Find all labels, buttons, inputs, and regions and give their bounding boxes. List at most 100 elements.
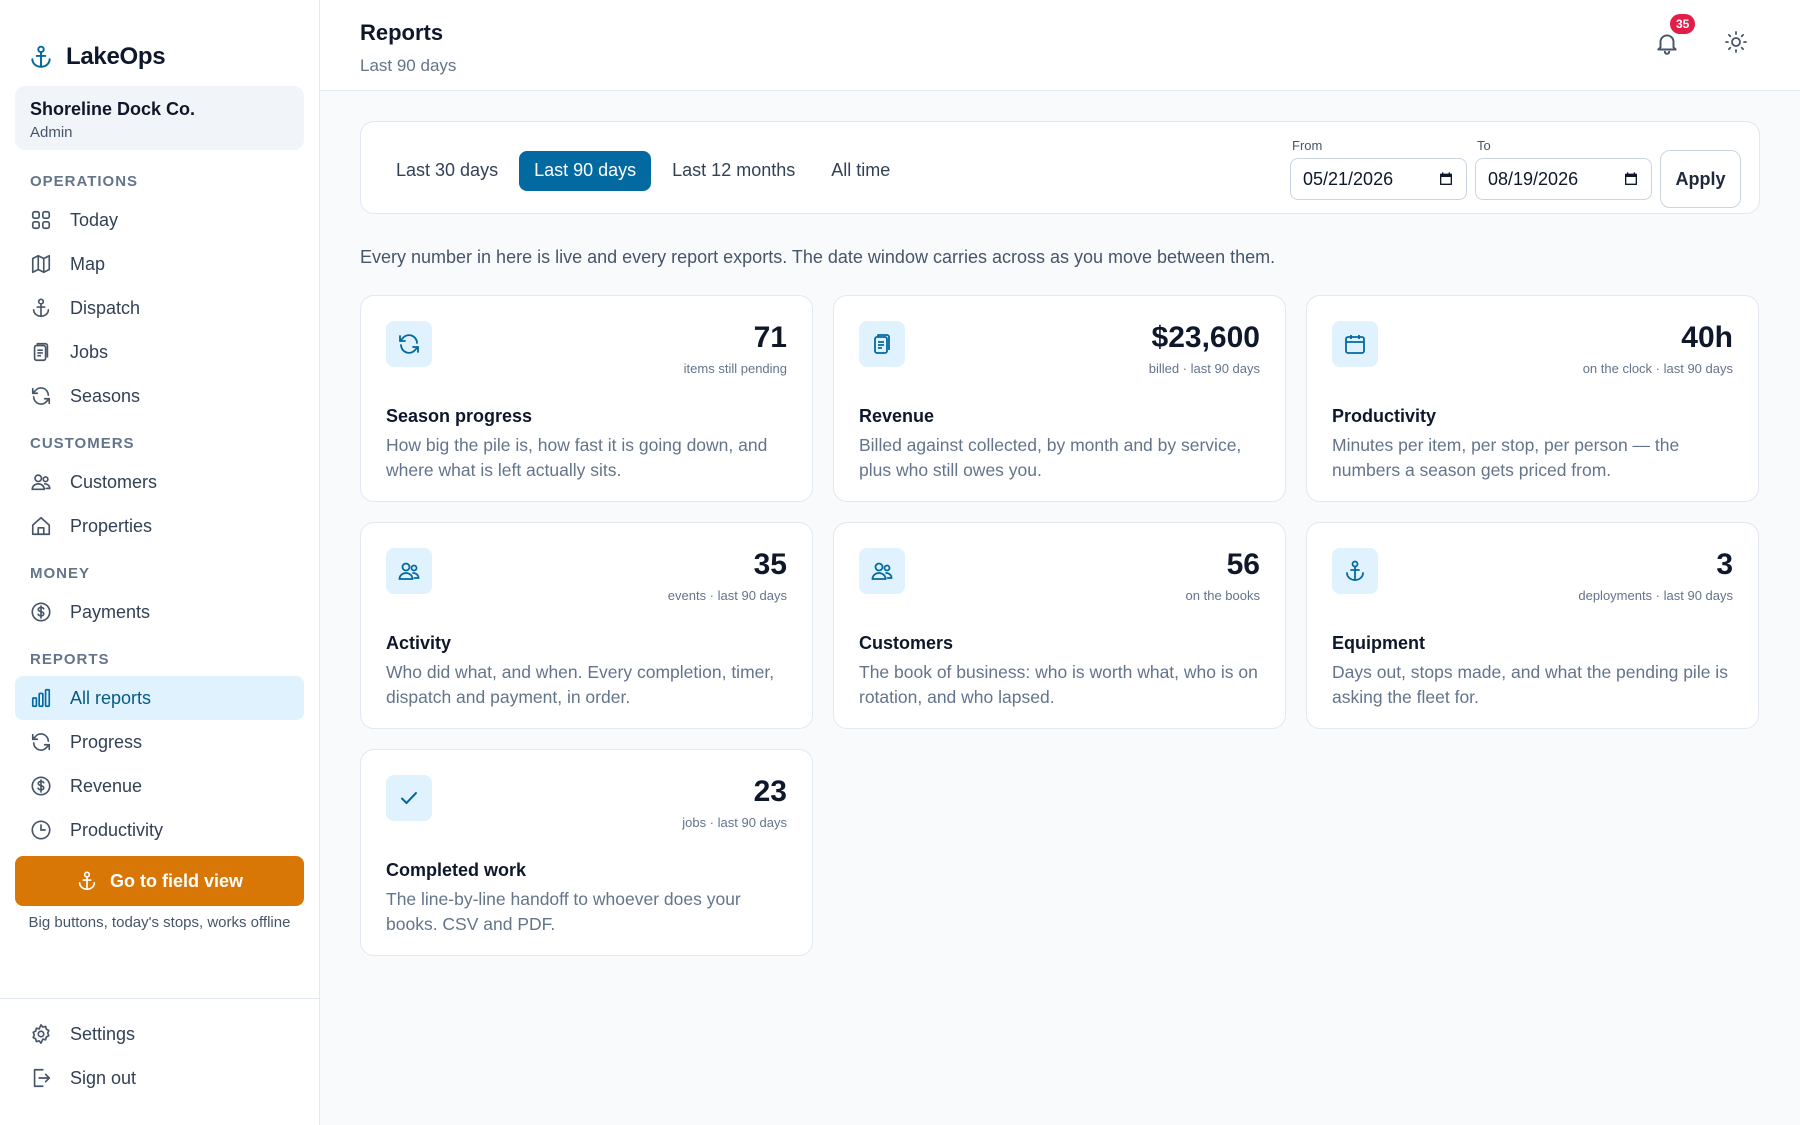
report-card-productivity[interactable]: 40h on the clock · last 90 days Producti… xyxy=(1306,295,1759,502)
clock-icon xyxy=(30,819,52,841)
from-label: From xyxy=(1292,138,1323,153)
date-filter-bar: Last 30 days Last 90 days Last 12 months… xyxy=(360,121,1760,214)
report-card-season-progress[interactable]: 71 items still pending Season progress H… xyxy=(360,295,813,502)
report-card-customers[interactable]: 56 on the books Customers The book of bu… xyxy=(833,522,1286,729)
anchor-icon xyxy=(1332,548,1378,594)
metric-caption: on the books xyxy=(1185,588,1260,603)
go-to-field-view-button[interactable]: Go to field view xyxy=(15,856,304,906)
org-switcher[interactable]: Shoreline Dock Co. Admin xyxy=(15,86,304,150)
anchor-icon xyxy=(76,870,98,892)
card-description: How big the pile is, how fast it is goin… xyxy=(386,435,768,480)
report-card-equipment[interactable]: 3 deployments · last 90 days Equipment D… xyxy=(1306,522,1759,729)
card-title: Revenue xyxy=(859,406,935,426)
check-icon xyxy=(386,775,432,821)
grid-icon xyxy=(30,209,52,231)
sidebar-item-settings[interactable]: Settings xyxy=(15,1012,304,1056)
card-description: Minutes per item, per stop, per person —… xyxy=(1332,435,1680,480)
sidebar-item-all-reports[interactable]: All reports xyxy=(15,676,304,720)
brand[interactable]: LakeOps xyxy=(0,0,319,86)
sidebar: LakeOps Shoreline Dock Co. Admin OPERATI… xyxy=(0,0,320,1125)
report-cards: 71 items still pending Season progress H… xyxy=(360,295,1760,956)
sidebar-item-label: Progress xyxy=(70,731,143,752)
dollar-circle-icon xyxy=(30,775,52,797)
apply-button[interactable]: Apply xyxy=(1660,150,1741,208)
users-icon xyxy=(859,548,905,594)
sidebar-item-today[interactable]: Today xyxy=(15,198,304,242)
range-tab-all-time[interactable]: All time xyxy=(816,151,905,191)
sidebar-item-progress[interactable]: Progress xyxy=(15,720,304,764)
page-header: Reports Last 90 days 35 xyxy=(320,0,1800,91)
sidebar-item-label: Settings xyxy=(70,1023,136,1044)
card-description: Billed against collected, by month and b… xyxy=(859,435,1242,480)
sidebar-item-sign-out[interactable]: Sign out xyxy=(15,1056,304,1100)
page-title: Reports xyxy=(360,20,444,45)
sidebar-item-seasons[interactable]: Seasons xyxy=(15,374,304,418)
section-label-operations: OPERATIONS xyxy=(30,173,139,190)
main-content: Reports Last 90 days 35 Last 30 days Las… xyxy=(320,0,1800,1125)
sidebar-footer: Settings Sign out xyxy=(0,998,319,1125)
sidebar-item-jobs[interactable]: Jobs xyxy=(15,330,304,374)
field-button-label: Go to field view xyxy=(109,870,243,891)
range-tab-last-12-months[interactable]: Last 12 months xyxy=(657,151,810,191)
sidebar-item-label: Map xyxy=(70,253,106,274)
gear-icon xyxy=(30,1023,52,1045)
sidebar-item-label: Payments xyxy=(70,601,151,622)
bar-chart-icon xyxy=(30,687,52,709)
sidebar-item-label: All reports xyxy=(70,687,152,708)
refresh-icon xyxy=(386,321,432,367)
sun-icon xyxy=(1724,30,1752,54)
anchor-icon xyxy=(30,297,52,319)
sidebar-item-map[interactable]: Map xyxy=(15,242,304,286)
card-description: Days out, stops made, and what the pendi… xyxy=(1332,662,1728,707)
refresh-icon xyxy=(30,731,52,753)
sidebar-item-payments[interactable]: Payments xyxy=(15,590,304,634)
sidebar-item-label: Dispatch xyxy=(70,297,141,318)
intro-text: Every number in here is live and every r… xyxy=(360,247,1276,267)
metric-caption: events · last 90 days xyxy=(667,588,787,603)
to-label: To xyxy=(1477,138,1491,153)
calendar-icon[interactable] xyxy=(1438,171,1454,187)
sidebar-item-properties[interactable]: Properties xyxy=(15,504,304,548)
from-date-input[interactable]: 05/21/2026 xyxy=(1290,158,1467,200)
section-label-money: MONEY xyxy=(30,565,91,582)
sidebar-item-label: Jobs xyxy=(70,341,109,362)
metric-value: 23 xyxy=(753,775,787,808)
clipboard-icon xyxy=(859,321,905,367)
range-tab-last-30-days[interactable]: Last 30 days xyxy=(381,151,513,191)
card-description: The line-by-line handoff to whoever does… xyxy=(386,889,741,934)
sidebar-item-label: Customers xyxy=(70,471,158,492)
sidebar-item-label: Today xyxy=(70,209,119,230)
report-card-revenue[interactable]: $23,600 billed · last 90 days Revenue Bi… xyxy=(833,295,1286,502)
sidebar-item-customers[interactable]: Customers xyxy=(15,460,304,504)
to-date-value: 08/19/2026 xyxy=(1488,168,1579,189)
card-description: The book of business: who is worth what,… xyxy=(859,662,1258,707)
metric-caption: billed · last 90 days xyxy=(1148,361,1260,376)
page-subtitle: Last 90 days xyxy=(360,56,457,75)
range-tab-last-90-days[interactable]: Last 90 days xyxy=(519,150,652,191)
from-date-value: 05/21/2026 xyxy=(1303,168,1394,189)
sidebar-item-label: Productivity xyxy=(70,819,164,840)
sidebar-item-dispatch[interactable]: Dispatch xyxy=(15,286,304,330)
section-label-reports: REPORTS xyxy=(30,651,110,668)
sidebar-item-productivity[interactable]: Productivity xyxy=(15,808,304,852)
calendar-icon[interactable] xyxy=(1623,171,1639,187)
sidebar-item-revenue[interactable]: Revenue xyxy=(15,764,304,808)
metric-caption: deployments · last 90 days xyxy=(1578,588,1733,603)
metric-value: $23,600 xyxy=(1151,321,1260,354)
users-icon xyxy=(30,471,52,493)
report-card-activity[interactable]: 35 events · last 90 days Activity Who di… xyxy=(360,522,813,729)
notifications-button[interactable]: 35 xyxy=(1654,14,1696,58)
sidebar-item-label: Properties xyxy=(70,515,153,536)
to-date-input[interactable]: 08/19/2026 xyxy=(1475,158,1652,200)
sign-out-icon xyxy=(30,1067,52,1089)
card-title: Completed work xyxy=(386,860,527,880)
card-title: Season progress xyxy=(386,406,533,426)
refresh-icon xyxy=(30,385,52,407)
org-name: Shoreline Dock Co. xyxy=(30,99,196,119)
report-card-completed-work[interactable]: 23 jobs · last 90 days Completed work Th… xyxy=(360,749,813,956)
theme-toggle-button[interactable] xyxy=(1724,30,1752,58)
card-title: Customers xyxy=(859,633,954,653)
metric-caption: jobs · last 90 days xyxy=(682,815,787,830)
section-label-customers: CUSTOMERS xyxy=(30,435,135,452)
sidebar-item-label: Sign out xyxy=(70,1067,137,1088)
